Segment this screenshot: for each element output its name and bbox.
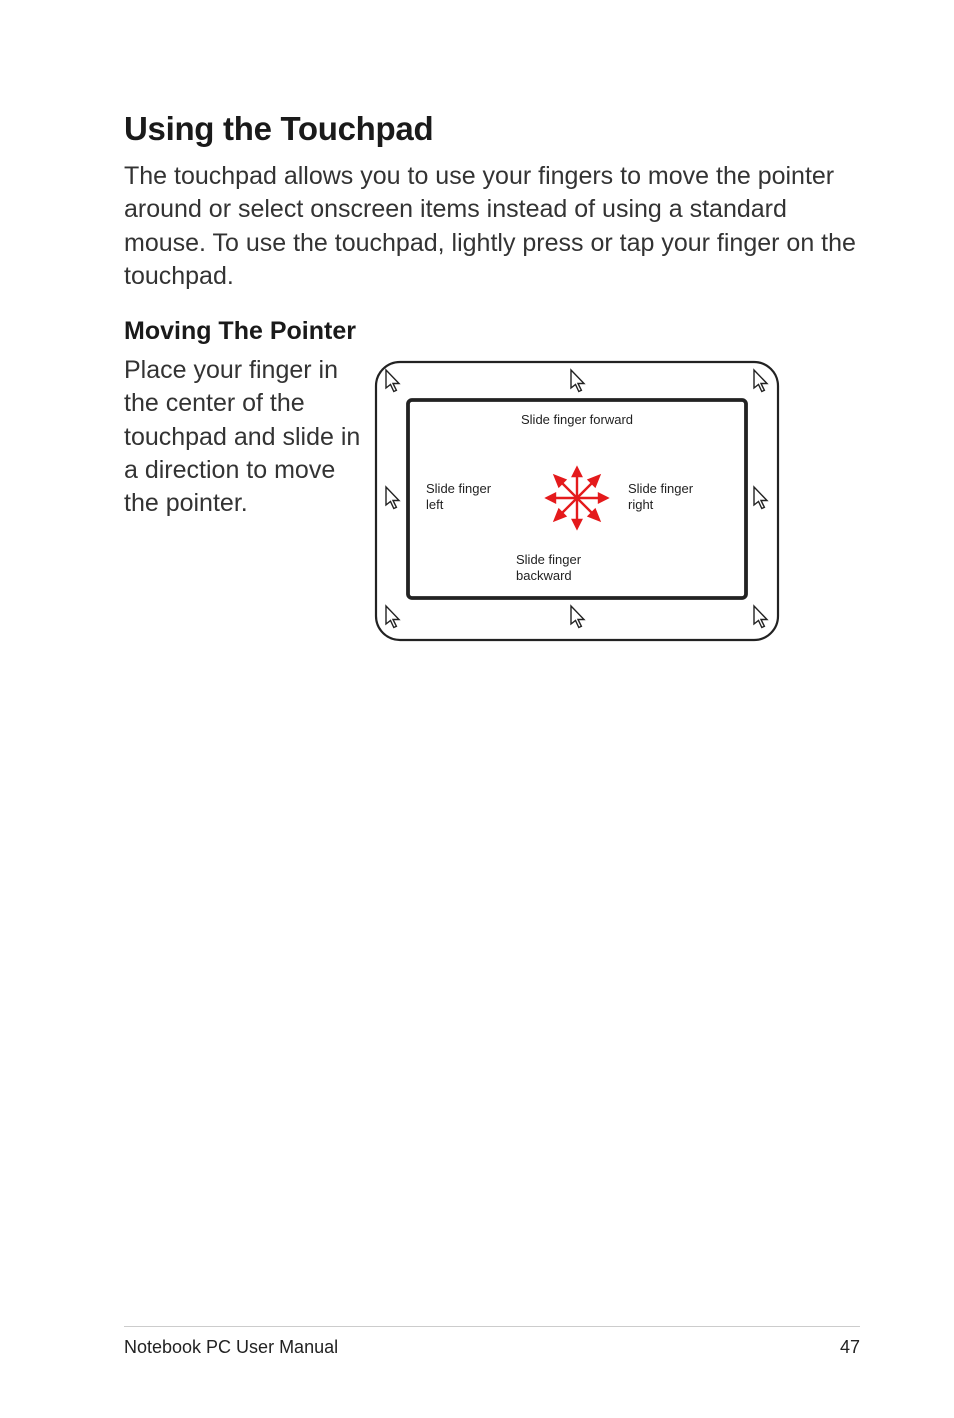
- section-heading: Using the Touchpad: [124, 110, 860, 148]
- cursor-icon: [754, 487, 767, 509]
- cursor-icon: [386, 370, 399, 392]
- footer-title: Notebook PC User Manual: [124, 1337, 338, 1358]
- direction-arrows-icon: [547, 468, 607, 528]
- label-back-line2: backward: [516, 568, 572, 583]
- cursor-icon: [754, 370, 767, 392]
- label-right-line1: Slide finger: [628, 481, 694, 496]
- cursor-icon: [571, 370, 584, 392]
- page-footer: Notebook PC User Manual 47: [124, 1326, 860, 1358]
- intro-paragraph: The touchpad allows you to use your fing…: [124, 160, 860, 293]
- subsection-heading: Moving The Pointer: [124, 317, 860, 346]
- cursor-icon: [386, 606, 399, 628]
- label-back-line1: Slide finger: [516, 552, 582, 567]
- cursor-icon: [754, 606, 767, 628]
- label-right-line2: right: [628, 497, 654, 512]
- pointer-row: Place your finger in the center of the t…: [124, 354, 860, 644]
- label-left-line1: Slide finger: [426, 481, 492, 496]
- label-left-line2: left: [426, 497, 444, 512]
- pointer-instructions: Place your finger in the center of the t…: [124, 354, 372, 520]
- cursor-icon: [386, 487, 399, 509]
- page-number: 47: [840, 1337, 860, 1358]
- cursor-icon: [571, 606, 584, 628]
- touchpad-diagram: Slide finger forward Slide finger left S…: [372, 358, 782, 644]
- label-forward: Slide finger forward: [521, 412, 633, 427]
- page: Using the Touchpad The touchpad allows y…: [0, 0, 954, 1418]
